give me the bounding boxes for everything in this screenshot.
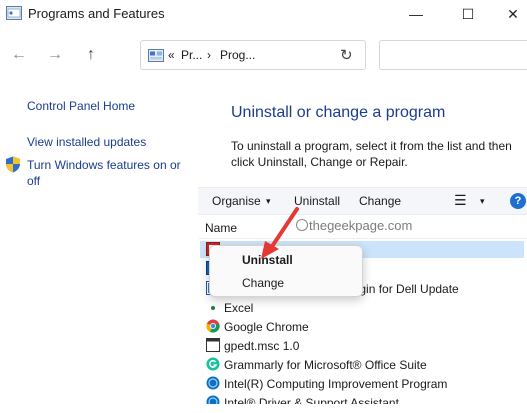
maximize-button[interactable]: ☐: [446, 0, 490, 28]
horizontal-scrollbar[interactable]: [198, 404, 527, 413]
control-panel-icon: [148, 49, 164, 62]
programs-features-icon: [6, 6, 22, 20]
shield-icon: [6, 156, 20, 173]
program-name: Google Chrome: [224, 320, 309, 334]
refresh-icon[interactable]: ↻: [340, 46, 353, 64]
page-description: To uninstall a program, select it from t…: [231, 139, 512, 169]
column-header-name[interactable]: Name: [205, 221, 237, 235]
watermark: thegeekpage.com: [296, 218, 412, 233]
view-installed-updates-link[interactable]: View installed updates: [27, 134, 146, 150]
context-menu-change[interactable]: Change: [242, 276, 284, 290]
chrome-icon: [206, 319, 220, 333]
navigation-bar: ← → ↑ « Pr... › Prog... ↻: [0, 34, 527, 74]
address-separator: ›: [207, 48, 211, 62]
search-input[interactable]: [379, 40, 527, 70]
address-segment-programs[interactable]: Prog...: [220, 48, 255, 62]
watermark-text: thegeekpage.com: [309, 218, 413, 233]
change-button[interactable]: Change: [359, 194, 401, 208]
page-title: Uninstall or change a program: [231, 104, 446, 121]
address-chevrons[interactable]: «: [168, 48, 175, 62]
organise-button[interactable]: Organise: [212, 194, 261, 208]
window-title: Programs and Features: [28, 6, 165, 21]
column-divider: [198, 238, 527, 239]
control-panel-home-link[interactable]: Control Panel Home: [27, 98, 135, 114]
intel-icon: [206, 376, 220, 390]
close-button[interactable]: ✕: [498, 0, 527, 28]
dot-icon: [211, 306, 215, 310]
program-name: Grammarly for Microsoft® Office Suite: [224, 358, 427, 372]
title-bar: Programs and Features — ☐ ✕: [0, 0, 527, 28]
program-name: gpedt.msc 1.0: [224, 339, 300, 353]
windows-features-link[interactable]: Turn Windows features on or off: [27, 157, 192, 189]
up-arrow-icon[interactable]: ↑: [78, 42, 104, 68]
address-bar[interactable]: « Pr... › Prog... ↻: [140, 40, 366, 70]
help-icon[interactable]: ?: [510, 193, 526, 209]
annotation-arrow-icon: [261, 207, 299, 259]
minimize-button[interactable]: —: [394, 0, 438, 28]
list-toolbar: Organise ▾ Uninstall Change ☰ ▾ ?: [198, 187, 527, 215]
address-segment-control-panel[interactable]: Pr...: [181, 48, 202, 62]
view-dropdown-icon[interactable]: ▾: [480, 196, 485, 207]
back-arrow-icon[interactable]: ←: [6, 42, 32, 68]
grammarly-icon: [206, 357, 220, 371]
forward-arrow-icon[interactable]: →: [42, 42, 68, 68]
view-options-icon[interactable]: ☰: [454, 192, 467, 209]
program-name: Excel: [224, 301, 254, 315]
program-name: Intel(R) Computing Improvement Program: [224, 377, 448, 391]
window-icon: [206, 338, 220, 352]
